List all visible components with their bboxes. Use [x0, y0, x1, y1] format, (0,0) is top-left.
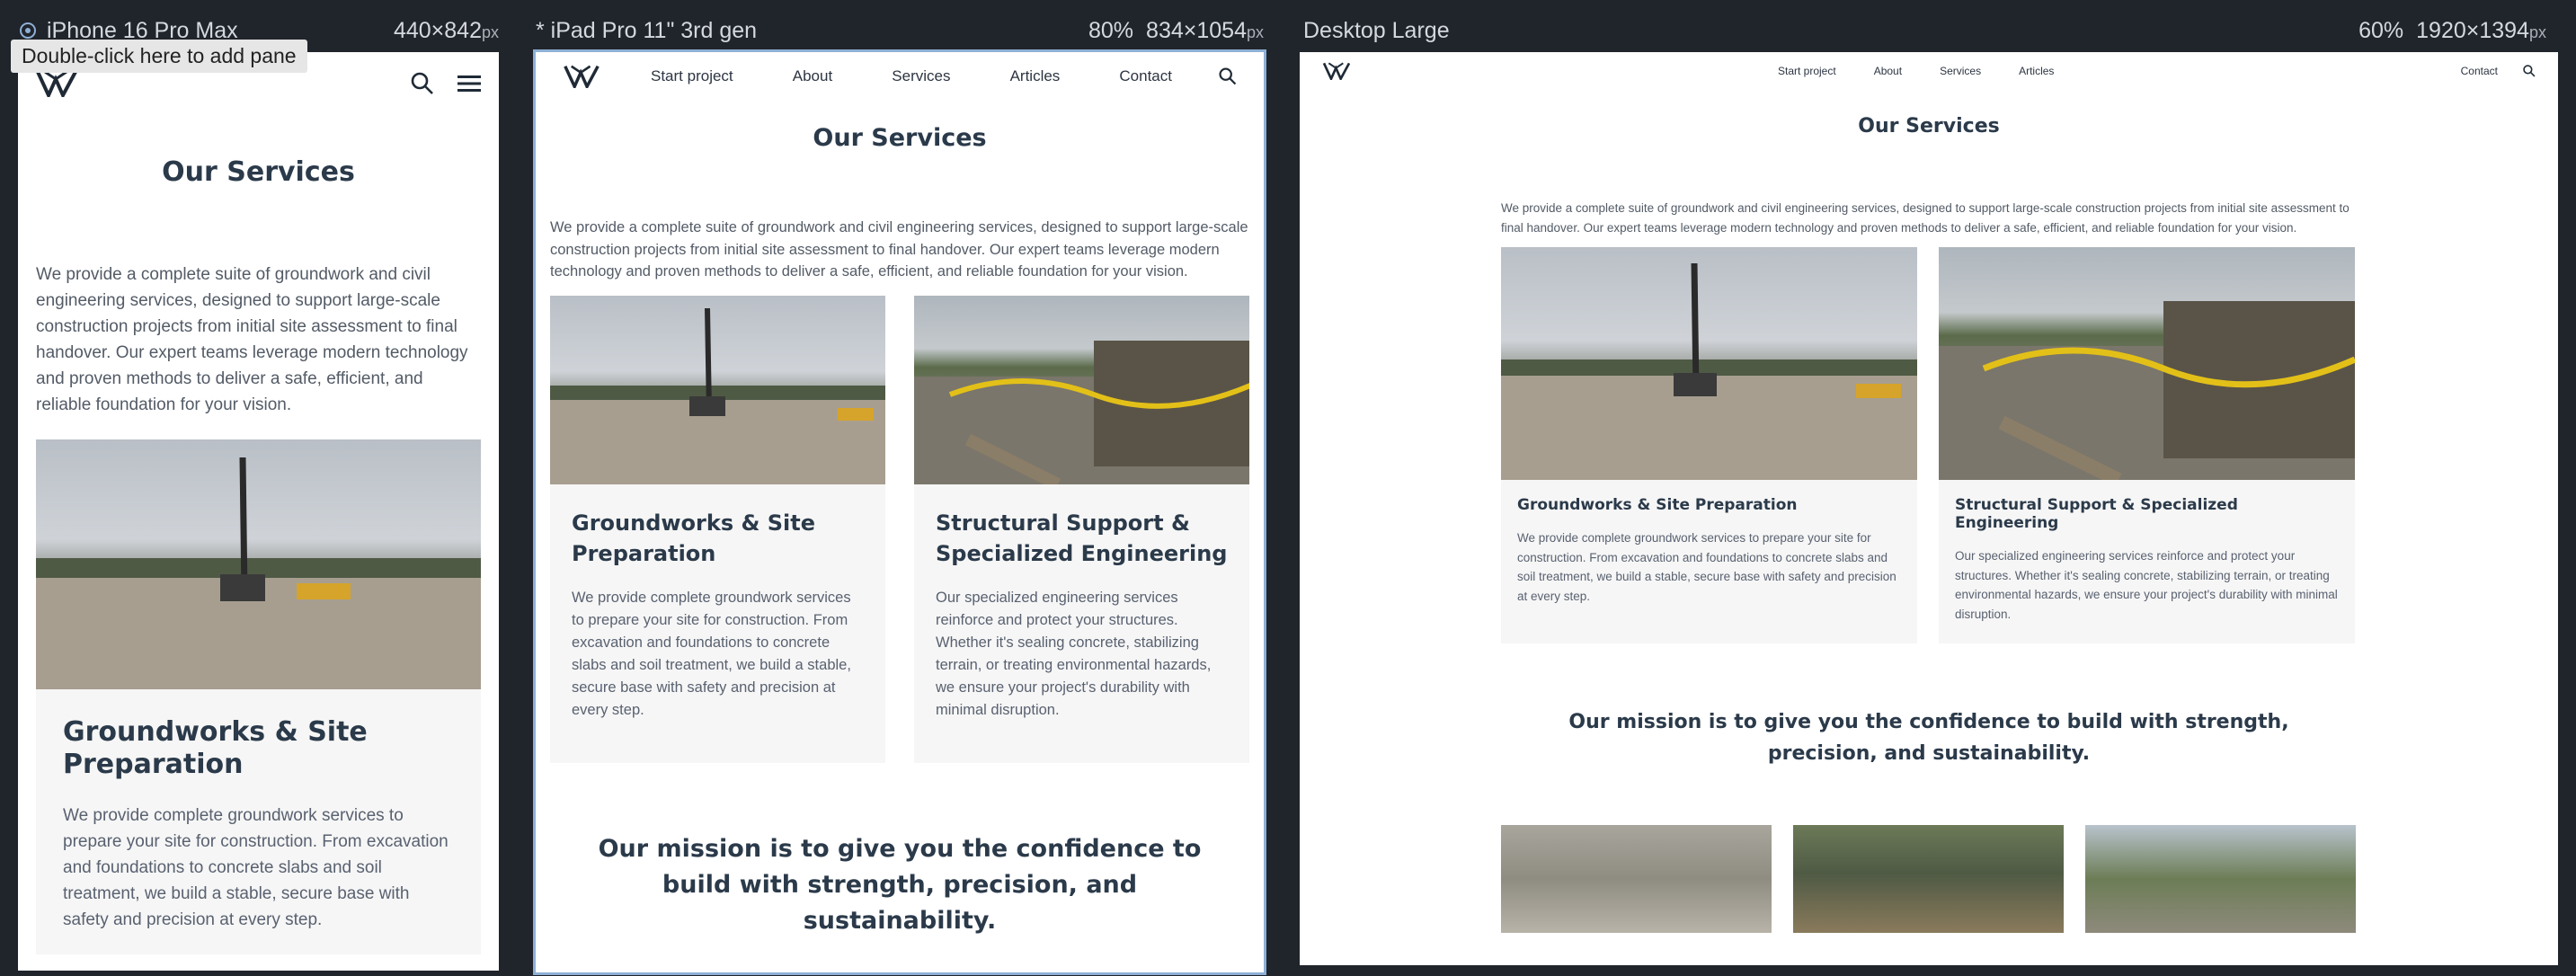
site-logo[interactable]	[1322, 62, 1351, 80]
service-card: Structural Support & Specialized Enginee…	[1939, 480, 2355, 643]
gallery-photo	[1501, 825, 1772, 933]
pane-device-name[interactable]: Desktop Large	[1303, 18, 1450, 44]
nav-start-project[interactable]: Start project	[1778, 65, 1836, 77]
page-title: Our Services	[1858, 115, 2000, 138]
service-card-body: We provide complete groundwork services …	[572, 589, 851, 718]
gallery-row	[1501, 825, 2558, 933]
service-photo-structural	[1939, 247, 2355, 480]
pane-size: 1920×1394	[2416, 17, 2529, 43]
intro-text: We provide a complete suite of groundwor…	[1501, 201, 2349, 235]
site-logo[interactable]	[563, 65, 600, 88]
service-photo-groundworks	[550, 295, 885, 484]
ipad-frame: Start project About Services Articles Co…	[533, 49, 1266, 975]
nav-articles[interactable]: Articles	[1010, 67, 1061, 85]
pane-zoom[interactable]: 80%	[1088, 18, 1133, 44]
device-switch-icon[interactable]	[18, 21, 38, 40]
pane-header-ipad: * iPad Pro 11" 3rd gen 80% 834×1054px	[536, 17, 1264, 44]
page-title: Our Services	[162, 156, 355, 188]
service-card-title: Structural Support & Specialized Enginee…	[936, 510, 1228, 566]
nav-contact[interactable]: Contact	[2461, 65, 2498, 77]
service-card-title: Structural Support & Specialized Enginee…	[1955, 496, 2238, 532]
hamburger-menu-icon[interactable]	[457, 74, 481, 93]
service-column: Structural Support & Specialized Enginee…	[914, 295, 1249, 763]
gallery-photo	[1793, 825, 2064, 933]
service-card: Groundworks & Site Preparation We provid…	[1501, 480, 1917, 643]
pane-header-desktop: Desktop Large 60% 1920×1394px	[1303, 17, 2546, 44]
service-card-body: We provide complete groundwork services …	[1517, 531, 1896, 603]
search-icon[interactable]	[1219, 67, 1237, 85]
service-card: Structural Support & Specialized Enginee…	[914, 484, 1249, 763]
service-photo-structural	[914, 295, 1249, 484]
service-photo-groundworks	[36, 439, 481, 689]
service-card-body: Our specialized engineering services rei…	[936, 589, 1212, 718]
mission-statement: Our mission is to give you the confidenc…	[1568, 711, 2289, 765]
service-card-title: Groundworks & Site Preparation	[1517, 496, 1798, 514]
mission-statement: Our mission is to give you the confidenc…	[598, 834, 1202, 935]
service-column: Groundworks & Site Preparation We provid…	[550, 295, 885, 763]
intro-text: We provide a complete suite of groundwor…	[36, 265, 468, 414]
service-grid: Groundworks & Site Preparation We provid…	[1501, 247, 2355, 643]
nav-services[interactable]: Services	[1940, 65, 1981, 77]
iphone-frame: Our Services We provide a complete suite…	[18, 52, 499, 971]
service-card: Groundworks & Site Preparation We provid…	[36, 689, 481, 954]
pane-size: 440×842	[393, 17, 482, 43]
add-pane-tooltip[interactable]: Double-click here to add pane	[11, 40, 307, 73]
nav-articles[interactable]: Articles	[2019, 65, 2054, 77]
nav-contact[interactable]: Contact	[1119, 67, 1172, 85]
service-column: Groundworks & Site Preparation We provid…	[1501, 247, 1917, 643]
site-nav: Start project About Services Articles Co…	[536, 52, 1264, 101]
page-title: Our Services	[813, 124, 987, 152]
nav-about[interactable]: About	[793, 67, 832, 85]
nav-start-project[interactable]: Start project	[651, 67, 733, 85]
service-card-title: Groundworks & Site Preparation	[572, 510, 816, 566]
pane-device-name[interactable]: * iPad Pro 11" 3rd gen	[536, 18, 757, 44]
service-column: Structural Support & Specialized Enginee…	[1939, 247, 2355, 643]
desktop-frame: Start project About Services Articles Co…	[1300, 52, 2558, 965]
search-icon[interactable]	[2523, 65, 2536, 77]
service-card: Groundworks & Site Preparation We provid…	[550, 484, 885, 763]
site-nav: Start project About Services Articles Co…	[1300, 52, 2558, 90]
service-card-body: We provide complete groundwork services …	[63, 806, 449, 929]
service-photo-groundworks	[1501, 247, 1917, 480]
pane-size: 834×1054	[1146, 17, 1247, 43]
nav-about[interactable]: About	[1874, 65, 1902, 77]
service-grid: Groundworks & Site Preparation We provid…	[536, 295, 1264, 763]
intro-text: We provide a complete suite of groundwor…	[550, 219, 1248, 279]
pane-zoom[interactable]: 60%	[2358, 18, 2403, 44]
gallery-photo	[2085, 825, 2356, 933]
search-icon[interactable]	[411, 72, 434, 95]
site-logo[interactable]	[36, 70, 77, 97]
service-card-body: Our specialized engineering services rei…	[1955, 549, 2338, 621]
nav-services[interactable]: Services	[892, 67, 950, 85]
service-card-title: Groundworks & Site Preparation	[63, 716, 368, 780]
